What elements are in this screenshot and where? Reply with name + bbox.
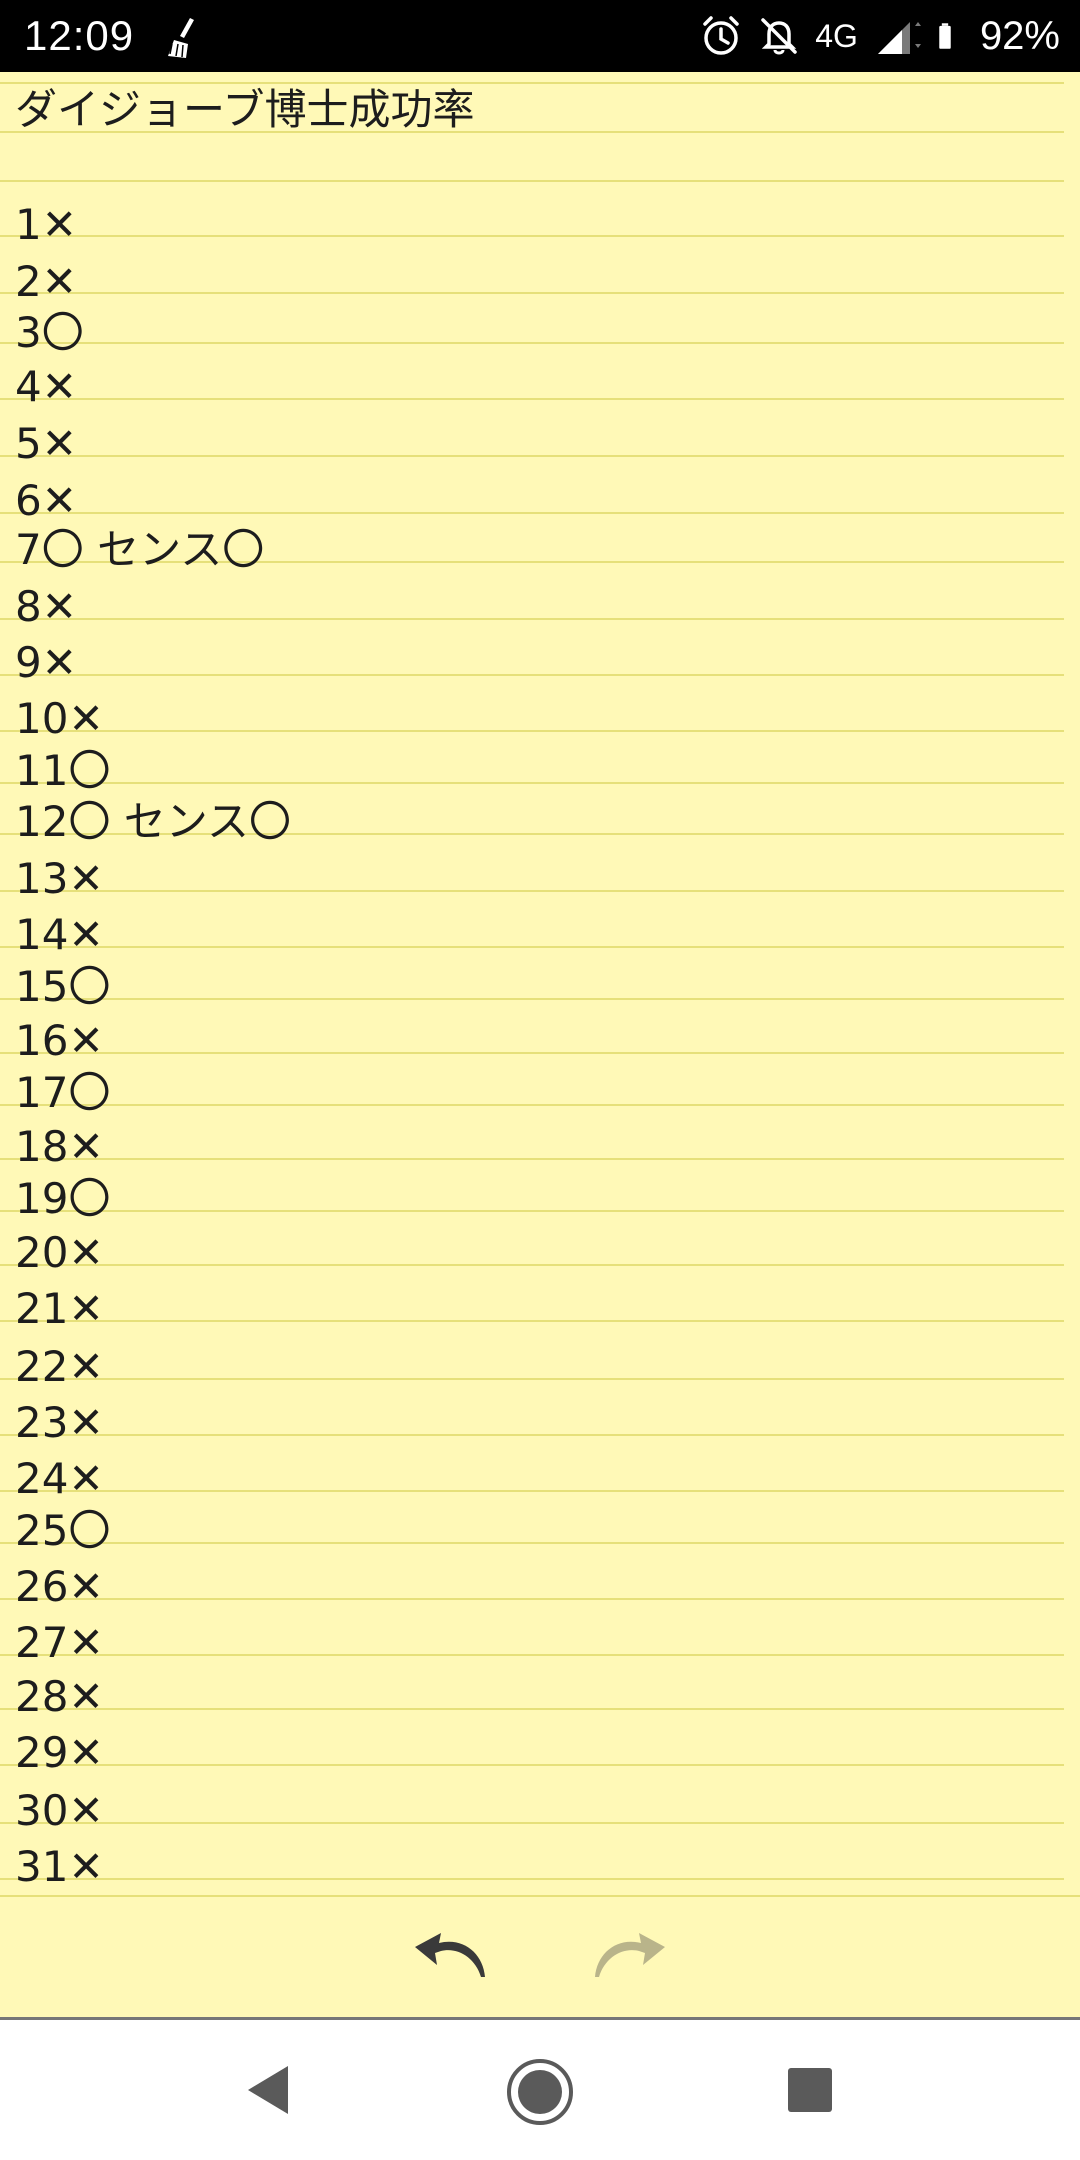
note-line[interactable]: 21✕ (15, 1284, 104, 1334)
note-line[interactable]: 18✕ (15, 1122, 104, 1172)
rule-line (0, 1210, 1064, 1212)
rule-line (0, 1654, 1064, 1656)
rule-line (0, 1542, 1064, 1544)
navigation-bar (0, 2020, 1080, 2160)
undo-icon[interactable] (405, 1927, 495, 1987)
rule-line (0, 1822, 1064, 1824)
note-line[interactable]: 13✕ (15, 854, 104, 904)
rule-line (0, 998, 1064, 1000)
rule-line (0, 1378, 1064, 1380)
rule-line (0, 1320, 1064, 1322)
note-line[interactable]: 29✕ (15, 1728, 104, 1778)
rule-line (0, 1104, 1064, 1106)
note-line[interactable]: 27✕ (15, 1618, 104, 1668)
note-line[interactable]: 23✕ (15, 1398, 104, 1448)
note-line[interactable]: 16✕ (15, 1016, 104, 1066)
note-line[interactable]: 5✕ (15, 419, 77, 469)
rule-line (0, 455, 1064, 457)
redo-icon[interactable] (585, 1927, 675, 1987)
note-line[interactable]: 7〇 センス〇 (15, 525, 264, 575)
rule-line (0, 1434, 1064, 1436)
rule-line (0, 782, 1064, 784)
note-line[interactable]: 3〇 (15, 308, 84, 358)
rule-line (0, 618, 1064, 620)
note-line[interactable]: 20✕ (15, 1228, 104, 1278)
circle-home-icon[interactable] (505, 2057, 575, 2127)
note-line[interactable]: 25〇 (15, 1506, 110, 1556)
triangle-back-icon[interactable] (240, 2060, 300, 2120)
note-editor[interactable]: ダイジョーブ博士成功率 1✕ 2✕ 3〇 4✕ 5✕ 6✕ 7〇 センス〇 8✕ 9✕ 10✕ 11… (0, 72, 1080, 1895)
note-line[interactable]: 26✕ (15, 1562, 104, 1612)
note-line[interactable]: 10✕ (15, 694, 104, 744)
note-line[interactable]: 11〇 (15, 746, 110, 796)
rule-line (0, 1052, 1064, 1054)
rule-line (0, 1490, 1064, 1492)
status-time: 12:09 (24, 12, 135, 59)
edit-toolbar (0, 1897, 1080, 2017)
signal-icon (877, 22, 921, 54)
rule-line (0, 512, 1064, 514)
note-line[interactable]: 19〇 (15, 1174, 110, 1224)
network-type: 4G (815, 17, 858, 54)
rule-line (0, 1764, 1064, 1766)
status-bar: 12:09 4G 92% (0, 0, 1080, 72)
note-line[interactable]: 17〇 (15, 1068, 110, 1118)
note-line[interactable]: 14✕ (15, 910, 104, 960)
rule-line (0, 180, 1064, 182)
rule-line (0, 1878, 1064, 1880)
note-line[interactable]: 6✕ (15, 476, 77, 526)
broom-notification-icon (168, 18, 194, 58)
battery-percent: 92% (979, 13, 1060, 58)
note-line[interactable]: 31✕ (15, 1842, 104, 1892)
alarm-icon (703, 16, 739, 55)
status-icons: 4G 92% (699, 0, 1060, 72)
note-line[interactable]: 15〇 (15, 962, 110, 1012)
note-title[interactable]: ダイジョーブ博士成功率 (15, 85, 474, 135)
rule-line (0, 1598, 1064, 1600)
note-line[interactable]: 12〇 センス〇 (15, 797, 291, 847)
bell-off-icon (761, 18, 797, 55)
rule-line (0, 235, 1064, 237)
note-line[interactable]: 28✕ (15, 1672, 104, 1722)
note-line[interactable]: 1✕ (15, 200, 77, 250)
note-line[interactable]: 4✕ (15, 362, 77, 412)
rule-line (0, 398, 1064, 400)
rule-line (0, 82, 1064, 84)
note-line[interactable]: 8✕ (15, 582, 77, 632)
rule-line (0, 292, 1064, 294)
note-line[interactable]: 30✕ (15, 1786, 104, 1836)
square-recents-icon[interactable] (785, 2065, 835, 2115)
rule-line (0, 674, 1064, 676)
rule-line (0, 946, 1064, 948)
note-line[interactable]: 9✕ (15, 638, 77, 688)
note-line[interactable]: 24✕ (15, 1454, 104, 1504)
rule-line (0, 1708, 1064, 1710)
rule-line (0, 730, 1064, 732)
rule-line (0, 1264, 1064, 1266)
battery-icon (939, 23, 951, 49)
note-line[interactable]: 22✕ (15, 1342, 104, 1392)
rule-line (0, 1158, 1064, 1160)
rule-line (0, 342, 1064, 344)
rule-line (0, 890, 1064, 892)
note-line[interactable]: 2✕ (15, 257, 77, 307)
